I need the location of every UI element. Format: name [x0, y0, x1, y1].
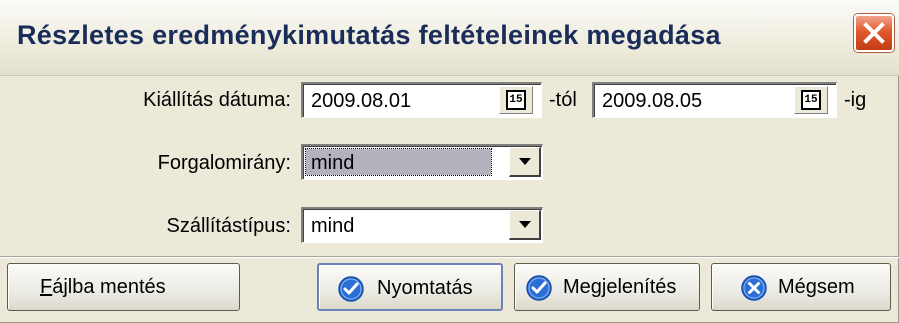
- save-to-file-button[interactable]: Fájlba mentés: [7, 263, 240, 311]
- to-suffix: -ig: [844, 89, 867, 111]
- dialog-window: Részletes eredménykimutatás feltételeine…: [0, 0, 899, 323]
- cancel-button[interactable]: Mégsem: [711, 263, 891, 311]
- check-icon: [338, 276, 364, 302]
- mnemonic-letter: F: [40, 276, 53, 298]
- shipping-type-select[interactable]: mind: [301, 207, 543, 243]
- chevron-down-icon: [519, 221, 531, 228]
- cancel-label: Mégsem: [778, 276, 855, 298]
- date-from-field[interactable]: 2009.08.01 15: [301, 82, 542, 118]
- print-button[interactable]: Nyomtatás: [317, 263, 503, 311]
- direction-label: Forgalomirány:: [157, 152, 291, 174]
- title-bar[interactable]: Részletes eredménykimutatás feltételeine…: [0, 0, 899, 76]
- display-button[interactable]: Megjelenítés: [514, 263, 700, 311]
- from-suffix: -tól: [549, 89, 577, 111]
- chevron-down-icon: [519, 158, 531, 165]
- shipping-type-value: mind: [311, 215, 355, 237]
- date-from-value: 2009.08.01: [311, 90, 412, 112]
- calendar-icon: 15: [506, 90, 526, 110]
- direction-value: mind: [311, 152, 355, 174]
- display-label: Megjelenítés: [563, 276, 677, 298]
- close-button[interactable]: [854, 14, 894, 52]
- date-from-calendar-button[interactable]: 15: [499, 86, 533, 114]
- calendar-icon: 15: [801, 90, 821, 110]
- direction-dropdown-button[interactable]: [509, 147, 541, 177]
- print-label: Nyomtatás: [377, 277, 473, 299]
- save-to-file-label-rest: ájlba mentés: [52, 276, 166, 298]
- direction-select[interactable]: mind: [301, 144, 543, 180]
- button-bar-separator: [0, 256, 899, 258]
- date-to-calendar-button[interactable]: 15: [794, 86, 828, 114]
- check-icon: [526, 275, 552, 301]
- save-to-file-label: Fájlba mentés: [40, 276, 166, 299]
- cancel-icon: [741, 275, 767, 301]
- shipping-type-dropdown-button[interactable]: [509, 210, 541, 240]
- issue-date-label: Kiállítás dátuma:: [143, 89, 291, 111]
- window-title: Részletes eredménykimutatás feltételeine…: [17, 20, 721, 50]
- date-to-value: 2009.08.05: [602, 90, 703, 112]
- close-icon: [863, 22, 885, 44]
- date-to-field[interactable]: 2009.08.05 15: [592, 82, 837, 118]
- shipping-type-label: Szállítástípus:: [166, 215, 291, 237]
